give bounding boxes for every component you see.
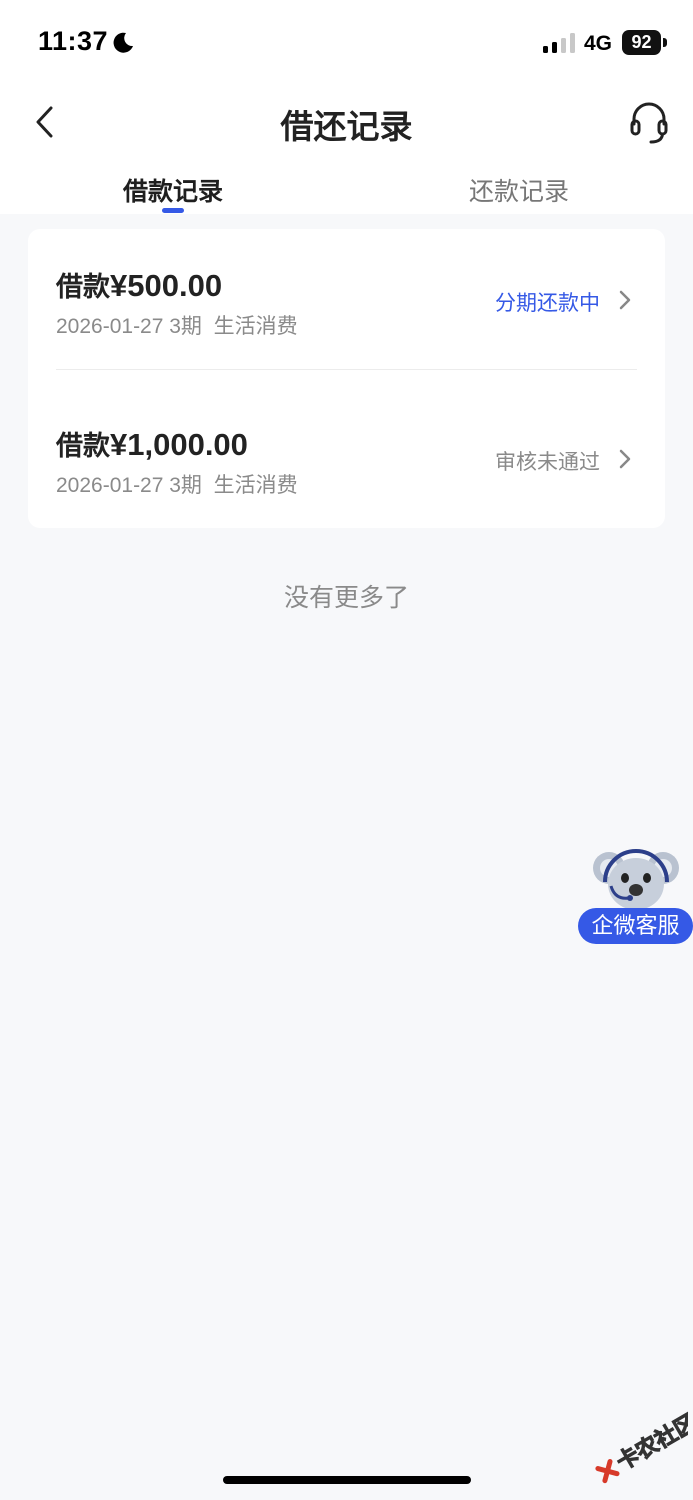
battery-tip: [663, 38, 667, 47]
record-amount: ¥1,000.00: [110, 427, 248, 462]
battery-icon: 92: [622, 30, 667, 55]
status-time: 11:37: [38, 26, 109, 56]
battery-level: 92: [622, 30, 661, 55]
home-indicator[interactable]: [223, 1476, 471, 1484]
record-title: 借款¥500.00: [56, 265, 222, 304]
tab-repay-records[interactable]: 还款记录: [466, 172, 572, 208]
record-meta: 2026-01-27 3期 生活消费: [56, 315, 298, 338]
network-label: 4G: [584, 32, 613, 55]
tab-borrow-records[interactable]: 借款记录: [120, 172, 226, 208]
record-status: 分期还款中: [495, 292, 600, 315]
wecom-service-button[interactable]: 企微客服: [578, 908, 693, 944]
watermark-logo: 卡农社区: [595, 1410, 688, 1484]
record-prefix: 借款: [56, 272, 110, 302]
record-prefix: 借款: [56, 431, 110, 461]
no-more-text: 没有更多了: [283, 584, 409, 612]
record-title: 借款¥1,000.00: [56, 424, 248, 463]
chevron-right-icon: [619, 449, 631, 469]
loan-record-item[interactable]: 借款¥500.00 2026-01-27 3期 生活消费 分期还款中: [28, 229, 665, 370]
koala-mascot-icon[interactable]: [591, 846, 681, 912]
moon-icon: [113, 32, 133, 53]
record-meta: 2026-01-27 3期 生活消费: [56, 474, 298, 497]
chevron-right-icon: [619, 290, 631, 310]
record-amount: ¥500.00: [110, 268, 223, 303]
headset-icon[interactable]: [626, 100, 672, 146]
tab-active-indicator: [162, 208, 184, 213]
loan-records-card: 借款¥500.00 2026-01-27 3期 生活消费 分期还款中 借款¥1,…: [28, 229, 665, 528]
divider: [56, 369, 637, 370]
svg-text:卡农社区: 卡农社区: [612, 1410, 688, 1476]
signal-icon: [543, 33, 575, 53]
loan-record-item[interactable]: 借款¥1,000.00 2026-01-27 3期 生活消费 审核未通过: [28, 388, 665, 528]
page-title: 借还记录: [280, 108, 413, 145]
record-status: 审核未通过: [495, 451, 600, 474]
